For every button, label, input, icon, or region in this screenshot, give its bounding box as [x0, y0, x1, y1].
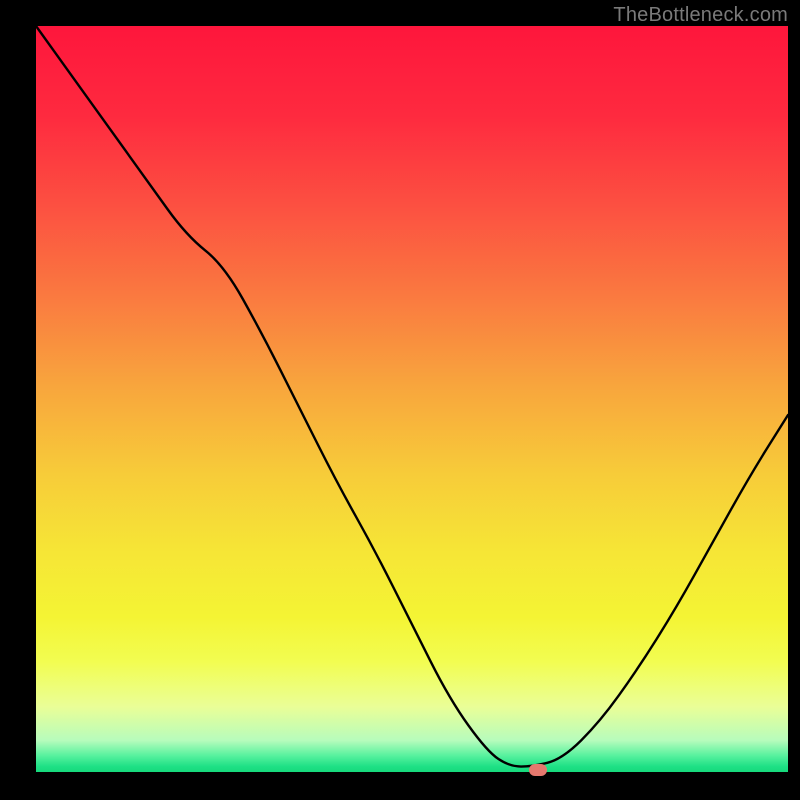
optimum-marker: [529, 764, 547, 776]
plot-area: [36, 26, 788, 774]
bottleneck-chart: [0, 0, 800, 800]
x-axis: [36, 772, 788, 774]
chart-stage: TheBottleneck.com: [0, 0, 800, 800]
